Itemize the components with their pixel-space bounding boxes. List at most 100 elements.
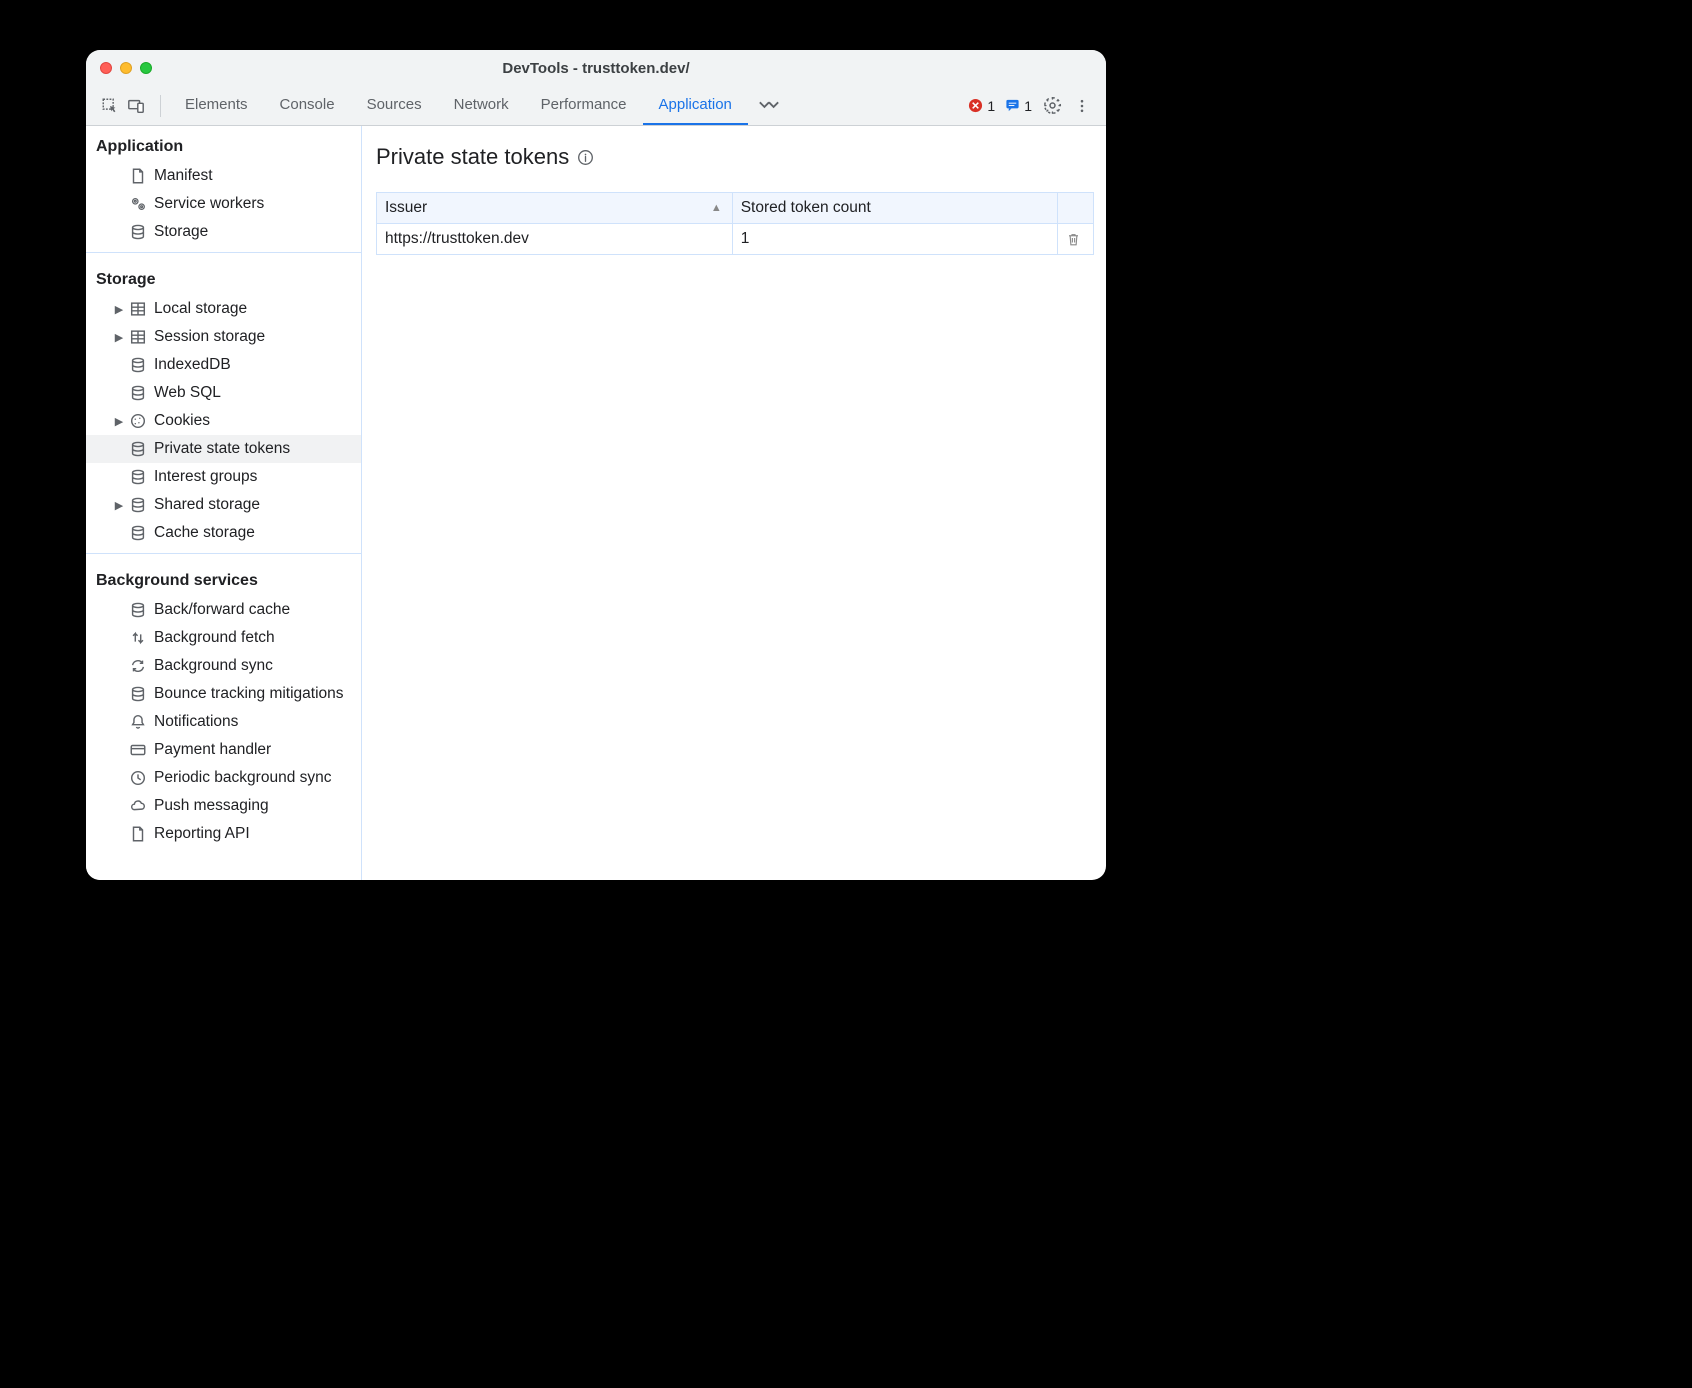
expand-arrow-icon[interactable]: ▶: [112, 331, 126, 344]
sidebar-item-label: Service workers: [154, 195, 264, 213]
sidebar-item-label: Reporting API: [154, 825, 250, 843]
sidebar-item-label: Push messaging: [154, 797, 269, 815]
tab-elements[interactable]: Elements: [169, 86, 264, 125]
application-sidebar: Application Manifest Service workers Storag…: [86, 126, 362, 880]
info-icon[interactable]: [577, 149, 594, 166]
cloud-icon: [128, 796, 148, 816]
db-icon: [128, 355, 148, 375]
sidebar-item-interest-groups[interactable]: Interest groups: [86, 463, 361, 491]
column-issuer[interactable]: Issuer ▲: [377, 193, 733, 224]
tab-sources[interactable]: Sources: [351, 86, 438, 125]
sidebar-item-label: Bounce tracking mitigations: [154, 685, 344, 703]
inspect-element-icon[interactable]: [100, 96, 120, 116]
tab-network[interactable]: Network: [438, 86, 525, 125]
db-icon: [128, 222, 148, 242]
column-actions: [1058, 193, 1094, 224]
tab-application[interactable]: Application: [643, 86, 748, 125]
sidebar-item-service-workers[interactable]: Service workers: [86, 190, 361, 218]
window-title: DevTools - trusttoken.dev/: [86, 60, 1106, 77]
sidebar-item-cache-storage[interactable]: Cache storage: [86, 519, 361, 547]
tokens-table: Issuer ▲ Stored token count https://trus…: [376, 192, 1094, 255]
device-toolbar-icon[interactable]: [126, 96, 146, 116]
settings-icon[interactable]: [1042, 96, 1062, 116]
sidebar-item-push-messaging[interactable]: Push messaging: [86, 792, 361, 820]
sidebar-item-label: Background sync: [154, 657, 273, 675]
close-window-button[interactable]: [100, 62, 112, 74]
sidebar-item-label: IndexedDB: [154, 356, 231, 374]
sidebar-item-storage[interactable]: Storage: [86, 218, 361, 246]
divider: [160, 95, 161, 117]
more-tabs-button[interactable]: [748, 100, 790, 112]
sidebar-section-storage: Storage: [86, 259, 361, 295]
sidebar-item-reporting-api[interactable]: Reporting API: [86, 820, 361, 848]
sidebar-item-label: Local storage: [154, 300, 247, 318]
sidebar-item-label: Payment handler: [154, 741, 271, 759]
divider: [86, 553, 361, 554]
sidebar-item-bounce-tracking-mitigations[interactable]: Bounce tracking mitigations: [86, 680, 361, 708]
db-icon: [128, 684, 148, 704]
delete-button[interactable]: [1058, 224, 1094, 255]
sidebar-item-label: Private state tokens: [154, 440, 290, 458]
titlebar: DevTools - trusttoken.dev/: [86, 50, 1106, 86]
gears-icon: [128, 194, 148, 214]
sidebar-item-background-fetch[interactable]: Background fetch: [86, 624, 361, 652]
table-icon: [128, 327, 148, 347]
table-icon: [128, 299, 148, 319]
sidebar-item-label: Web SQL: [154, 384, 221, 402]
sidebar-section-background-services: Background services: [86, 560, 361, 596]
sidebar-item-label: Interest groups: [154, 468, 257, 486]
sidebar-item-shared-storage[interactable]: ▶ Shared storage: [86, 491, 361, 519]
sidebar-item-session-storage[interactable]: ▶ Session storage: [86, 323, 361, 351]
sidebar-item-back/forward-cache[interactable]: Back/forward cache: [86, 596, 361, 624]
cookie-icon: [128, 411, 148, 431]
main-toolbar: ElementsConsoleSourcesNetworkPerformance…: [86, 86, 1106, 126]
sidebar-item-label: Back/forward cache: [154, 601, 290, 619]
sidebar-item-private-state-tokens[interactable]: Private state tokens: [86, 435, 361, 463]
sidebar-item-background-sync[interactable]: Background sync: [86, 652, 361, 680]
sidebar-item-indexeddb[interactable]: IndexedDB: [86, 351, 361, 379]
expand-arrow-icon[interactable]: ▶: [112, 415, 126, 428]
sidebar-item-label: Background fetch: [154, 629, 275, 647]
sidebar-item-manifest[interactable]: Manifest: [86, 162, 361, 190]
expand-arrow-icon[interactable]: ▶: [112, 499, 126, 512]
sidebar-section-application: Application: [86, 126, 361, 162]
sidebar-item-notifications[interactable]: Notifications: [86, 708, 361, 736]
expand-arrow-icon[interactable]: ▶: [112, 303, 126, 316]
message-count: 1: [1024, 98, 1032, 114]
window-controls: [100, 62, 152, 74]
sidebar-item-label: Session storage: [154, 328, 265, 346]
minimize-window-button[interactable]: [120, 62, 132, 74]
panel-title: Private state tokens: [376, 144, 1094, 170]
message-badge[interactable]: 1: [1005, 98, 1032, 114]
sidebar-item-web-sql[interactable]: Web SQL: [86, 379, 361, 407]
sidebar-item-label: Periodic background sync: [154, 769, 332, 787]
db-icon: [128, 495, 148, 515]
sidebar-item-label: Shared storage: [154, 496, 260, 514]
db-icon: [128, 467, 148, 487]
sidebar-item-local-storage[interactable]: ▶ Local storage: [86, 295, 361, 323]
tab-console[interactable]: Console: [264, 86, 351, 125]
sort-asc-icon: ▲: [711, 202, 722, 214]
db-icon: [128, 600, 148, 620]
cell-issuer: https://trusttoken.dev: [377, 224, 733, 255]
bell-icon: [128, 712, 148, 732]
tab-performance[interactable]: Performance: [525, 86, 643, 125]
devtools-window: DevTools - trusttoken.dev/ ElementsConso…: [86, 50, 1106, 880]
page-icon: [128, 824, 148, 844]
sidebar-item-payment-handler[interactable]: Payment handler: [86, 736, 361, 764]
sidebar-item-label: Cache storage: [154, 524, 255, 542]
table-row[interactable]: https://trusttoken.dev1: [377, 224, 1094, 255]
error-badge[interactable]: 1: [968, 98, 995, 114]
kebab-menu-icon[interactable]: [1072, 96, 1092, 116]
zoom-window-button[interactable]: [140, 62, 152, 74]
cell-count: 1: [732, 224, 1057, 255]
sidebar-item-cookies[interactable]: ▶ Cookies: [86, 407, 361, 435]
divider: [86, 252, 361, 253]
column-count[interactable]: Stored token count: [732, 193, 1057, 224]
main-panel: Private state tokens Issuer ▲ Stored tok…: [362, 126, 1106, 880]
sidebar-item-periodic-background-sync[interactable]: Periodic background sync: [86, 764, 361, 792]
sidebar-item-label: Manifest: [154, 167, 213, 185]
card-icon: [128, 740, 148, 760]
sidebar-item-label: Cookies: [154, 412, 210, 430]
fetch-icon: [128, 628, 148, 648]
